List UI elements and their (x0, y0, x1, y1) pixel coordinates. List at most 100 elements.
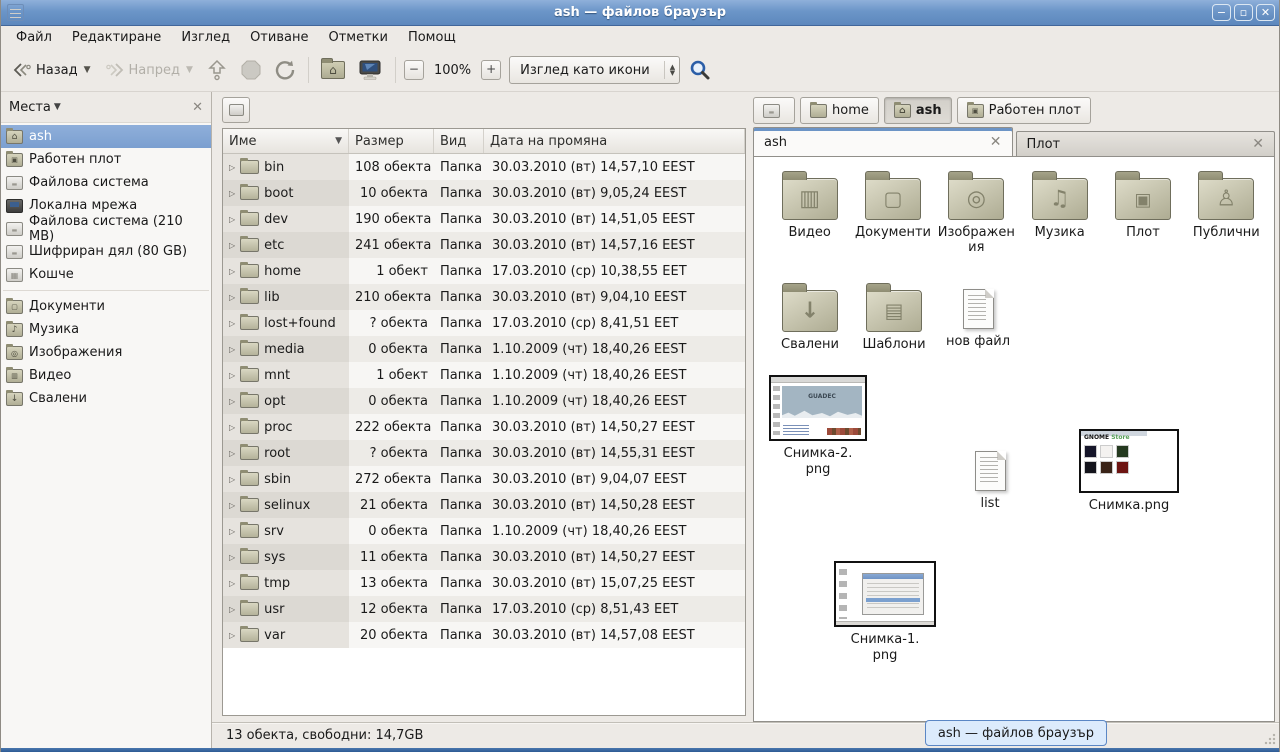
breadcrumb-button-home[interactable]: home (800, 97, 879, 124)
forward-history-chevron[interactable]: ▼ (186, 65, 193, 75)
forward-button[interactable]: Напред ▼ (100, 57, 198, 83)
tab-ash[interactable]: ash ✕ (753, 127, 1013, 156)
bookmark-music[interactable]: Музика (1, 318, 211, 341)
tree-row-srv[interactable]: ▷ srv 0 обекта Папка 1.10.2009 (чт) 18,4… (223, 518, 745, 544)
place-filesystem[interactable]: Файлова система (1, 171, 211, 194)
breadcrumb-button-ash[interactable]: ash (884, 97, 952, 124)
breadcrumb-button-desktop[interactable]: Работен плот (957, 97, 1091, 124)
tree-row-home[interactable]: ▷ home 1 обект Папка 17.03.2010 (ср) 10,… (223, 258, 745, 284)
zoom-out-button[interactable]: − (404, 60, 424, 80)
tree-row-var[interactable]: ▷ var 20 обекта Папка 30.03.2010 (вт) 14… (223, 622, 745, 648)
tree-row-boot[interactable]: ▷ boot 10 обекта Папка 30.03.2010 (вт) 9… (223, 180, 745, 206)
breadcrumb-button-root[interactable] (753, 97, 795, 124)
bookmark-pictures[interactable]: Изображения (1, 341, 211, 364)
close-button[interactable]: ✕ (1256, 4, 1275, 21)
maximize-button[interactable]: ▫ (1234, 4, 1253, 21)
menu-help[interactable]: Помощ (399, 28, 465, 47)
icon-snimka-1[interactable]: Снимка-1.png (830, 561, 940, 664)
icon-new-file[interactable]: нов файл (936, 281, 1020, 349)
expander-icon[interactable]: ▷ (229, 215, 235, 224)
tree-row-proc[interactable]: ▷ proc 222 обекта Папка 30.03.2010 (вт) … (223, 414, 745, 440)
tree-row-root[interactable]: ▷ root ? обекта Папка 30.03.2010 (вт) 14… (223, 440, 745, 466)
reload-button[interactable] (270, 55, 300, 85)
bookmark-downloads[interactable]: Свалени (1, 387, 211, 410)
icon-snimka[interactable]: GNOME Store Снимка.png (1074, 429, 1184, 514)
expander-icon[interactable]: ▷ (229, 345, 235, 354)
menu-file[interactable]: Файл (7, 28, 61, 47)
tree-row-etc[interactable]: ▷ etc 241 обекта Папка 30.03.2010 (вт) 1… (223, 232, 745, 258)
tree-row-mnt[interactable]: ▷ mnt 1 обект Папка 1.10.2009 (чт) 18,40… (223, 362, 745, 388)
root-location-button[interactable] (222, 97, 250, 123)
place-trash[interactable]: Кошче (1, 263, 211, 286)
tree-row-selinux[interactable]: ▷ selinux 21 обекта Папка 30.03.2010 (вт… (223, 492, 745, 518)
menu-bookmarks[interactable]: Отметки (319, 28, 396, 47)
place-filesystem-210[interactable]: Файлова система (210 MB) (1, 217, 211, 240)
expander-icon[interactable]: ▷ (229, 371, 235, 380)
tree-row-media[interactable]: ▷ media 0 обекта Папка 1.10.2009 (чт) 18… (223, 336, 745, 362)
menu-view[interactable]: Изглед (172, 28, 239, 47)
place-encrypted-80[interactable]: Шифриран дял (80 GB) (1, 240, 211, 263)
expander-icon[interactable]: ▷ (229, 501, 235, 510)
sidebar-close-icon[interactable]: ✕ (192, 100, 203, 115)
zoom-in-button[interactable]: + (481, 60, 501, 80)
expander-icon[interactable]: ▷ (229, 267, 235, 276)
tree-row-tmp[interactable]: ▷ tmp 13 обекта Папка 30.03.2010 (вт) 15… (223, 570, 745, 596)
icon-list[interactable]: list (960, 443, 1020, 512)
tab-plot[interactable]: Плот ✕ (1016, 131, 1276, 156)
tree-row-opt[interactable]: ▷ opt 0 обекта Папка 1.10.2009 (чт) 18,4… (223, 388, 745, 414)
place-ash[interactable]: ash (1, 125, 211, 148)
expander-icon[interactable]: ▷ (229, 553, 235, 562)
back-button[interactable]: Назад ▼ (7, 57, 96, 83)
tree-row-lost-found[interactable]: ▷ lost+found ? обекта Папка 17.03.2010 (… (223, 310, 745, 336)
computer-button[interactable] (353, 55, 387, 85)
expander-icon[interactable]: ▷ (229, 449, 235, 458)
back-history-chevron[interactable]: ▼ (84, 65, 91, 75)
expander-icon[interactable]: ▷ (229, 189, 235, 198)
home-button[interactable]: ⌂ (317, 57, 349, 83)
tree-row-dev[interactable]: ▷ dev 190 обекта Папка 30.03.2010 (вт) 1… (223, 206, 745, 232)
sidebar-header[interactable]: Места ▼ ✕ (1, 92, 211, 123)
minimize-button[interactable]: − (1212, 4, 1231, 21)
expander-icon[interactable]: ▷ (229, 605, 235, 614)
column-header-name[interactable]: Име▼ (223, 129, 349, 153)
icon-video[interactable]: Видео (768, 169, 851, 240)
tab-close-icon[interactable]: ✕ (990, 134, 1002, 150)
menu-go[interactable]: Отиване (241, 28, 317, 47)
expander-icon[interactable]: ▷ (229, 293, 235, 302)
titlebar[interactable]: ash — файлов браузър − ▫ ✕ (1, 0, 1279, 26)
icon-music[interactable]: Музика (1018, 169, 1101, 240)
up-button[interactable] (202, 55, 232, 85)
expander-icon[interactable]: ▷ (229, 475, 235, 484)
expander-icon[interactable]: ▷ (229, 163, 235, 172)
icon-desktop[interactable]: Плот (1101, 169, 1184, 240)
tab-close-icon[interactable]: ✕ (1252, 136, 1264, 152)
icon-pictures[interactable]: Изображения (935, 169, 1018, 255)
column-header-type[interactable]: Вид (434, 129, 484, 153)
tree-row-lib[interactable]: ▷ lib 210 обекта Папка 30.03.2010 (вт) 9… (223, 284, 745, 310)
tree-row-usr[interactable]: ▷ usr 12 обекта Папка 17.03.2010 (ср) 8,… (223, 596, 745, 622)
bookmark-video[interactable]: Видео (1, 364, 211, 387)
tree-row-sbin[interactable]: ▷ sbin 272 обекта Папка 30.03.2010 (вт) … (223, 466, 745, 492)
expander-icon[interactable]: ▷ (229, 319, 235, 328)
column-header-date[interactable]: Дата на промяна (484, 129, 745, 153)
icon-snimka-2[interactable]: GUADEC Снимка-2.png (766, 375, 870, 478)
tree-row-sys[interactable]: ▷ sys 11 обекта Папка 30.03.2010 (вт) 14… (223, 544, 745, 570)
bookmark-documents[interactable]: Документи (1, 295, 211, 318)
tree-row-bin[interactable]: ▷ bin 108 обекта Папка 30.03.2010 (вт) 1… (223, 154, 745, 180)
icon-downloads[interactable]: Свалени (768, 281, 852, 352)
icon-documents[interactable]: Документи (851, 169, 934, 240)
view-mode-select[interactable]: Изглед като икони ▲▼ (509, 56, 680, 84)
expander-icon[interactable]: ▷ (229, 423, 235, 432)
search-button[interactable] (684, 54, 716, 86)
place-desktop[interactable]: Работен плот (1, 148, 211, 171)
resize-grip[interactable] (1263, 732, 1277, 746)
icon-templates[interactable]: Шаблони (852, 281, 936, 352)
stop-button[interactable] (236, 55, 266, 85)
expander-icon[interactable]: ▷ (229, 631, 235, 640)
expander-icon[interactable]: ▷ (229, 527, 235, 536)
expander-icon[interactable]: ▷ (229, 579, 235, 588)
expander-icon[interactable]: ▷ (229, 397, 235, 406)
menu-edit[interactable]: Редактиране (63, 28, 170, 47)
icon-view[interactable]: Видео Документи (753, 156, 1275, 722)
icon-public[interactable]: Публични (1185, 169, 1268, 240)
